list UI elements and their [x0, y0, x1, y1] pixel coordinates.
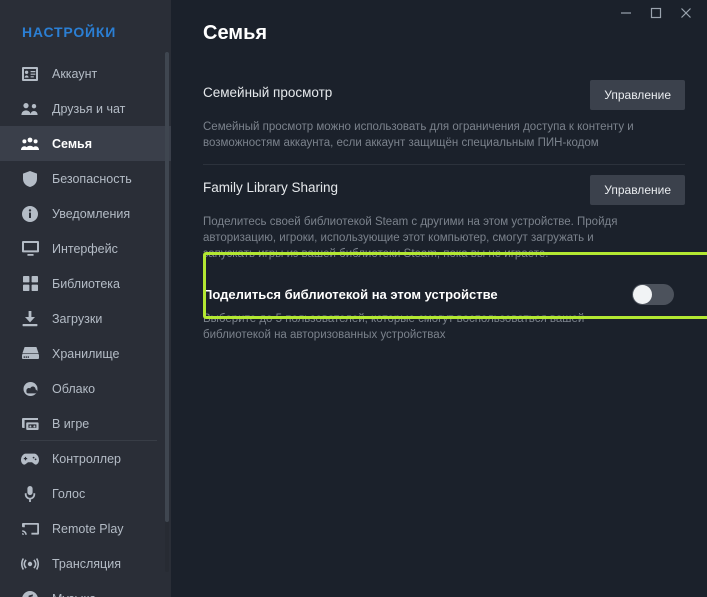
remote-play-icon — [20, 520, 40, 538]
drive-icon — [20, 345, 40, 363]
cloud-icon — [20, 380, 40, 398]
sidebar-item-label: Безопасность — [52, 171, 132, 186]
page-title: Семья — [203, 22, 268, 44]
sidebar-item-label: Контроллер — [52, 451, 121, 466]
sidebar-item-label: Голос — [52, 486, 86, 501]
sidebar-item-6[interactable]: Библиотека — [0, 266, 171, 301]
manage-family-view-button[interactable]: Управление — [590, 80, 685, 110]
sidebar-item-label: Уведомления — [52, 206, 131, 221]
sidebar-item-9[interactable]: Облако — [0, 371, 171, 406]
sidebar-item-1[interactable]: Друзья и чат — [0, 91, 171, 126]
bell-info-icon — [20, 205, 40, 223]
sidebar-item-label: Семья — [52, 136, 93, 151]
sidebar-item-15[interactable]: Музыка — [0, 581, 171, 597]
sidebar-item-7[interactable]: Загрузки — [0, 301, 171, 336]
sidebar-item-11[interactable]: Контроллер — [0, 441, 171, 476]
minimize-button[interactable] — [611, 1, 641, 25]
sidebar-item-label: Трансляция — [52, 556, 121, 571]
library-share-text-block: Поделиться библиотекой на этом устройств… — [203, 284, 632, 343]
sidebar-item-label: Интерфейс — [52, 241, 118, 256]
family-icon — [20, 135, 40, 153]
minimize-icon — [621, 12, 631, 14]
in-game-icon — [20, 415, 40, 433]
account-card-icon — [20, 65, 40, 83]
sidebar-item-10[interactable]: В игре — [0, 406, 171, 441]
shield-icon — [20, 170, 40, 188]
sidebar-item-2[interactable]: Семья — [0, 126, 171, 161]
sidebar-item-3[interactable]: Безопасность — [0, 161, 171, 196]
section-description: Семейный просмотр можно использовать для… — [203, 121, 634, 149]
sidebar-item-13[interactable]: Remote Play — [0, 511, 171, 546]
section-family-view: Семейный просмотр Управление — [203, 70, 685, 110]
steam-settings-window: НАСТРОЙКИ Аккаунт Друзья и чат Семья Безопа… — [0, 0, 707, 597]
sidebar-item-0[interactable]: Аккаунт — [0, 56, 171, 91]
sidebar-item-label: Друзья и чат — [52, 101, 126, 116]
manage-library-sharing-button[interactable]: Управление — [590, 175, 685, 205]
settings-content: Семейный просмотр Управление Семейный пр… — [203, 70, 707, 597]
friends-icon — [20, 100, 40, 118]
sidebar-item-8[interactable]: Хранилище — [0, 336, 171, 371]
library-share-toggle[interactable] — [632, 284, 674, 305]
close-button[interactable] — [671, 1, 701, 25]
sidebar-item-label: Библиотека — [52, 276, 120, 291]
sidebar-item-label: В игре — [52, 416, 90, 431]
monitor-icon — [20, 240, 40, 258]
gamepad-icon — [20, 450, 40, 468]
sidebar-item-14[interactable]: Трансляция — [0, 546, 171, 581]
library-share-setting-row: Поделиться библиотекой на этом устройств… — [203, 284, 685, 343]
sidebar-nav-list: Аккаунт Друзья и чат Семья Безопасность Увед… — [0, 56, 171, 597]
sidebar-item-label: Аккаунт — [52, 66, 98, 81]
music-note-icon — [20, 590, 40, 597]
sidebar-item-label: Облако — [52, 381, 96, 396]
sidebar-item-label: Хранилище — [52, 346, 120, 361]
sidebar-item-5[interactable]: Интерфейс — [0, 231, 171, 266]
sidebar-item-label: Загрузки — [52, 311, 103, 326]
section-family-library-sharing: Family Library Sharing Управление — [203, 165, 685, 205]
sidebar-item-12[interactable]: Голос — [0, 476, 171, 511]
broadcast-icon — [20, 555, 40, 573]
library-share-description: Выберите до 5 пользователей, которые смо… — [203, 313, 585, 341]
main-content: Семья Семейный просмотр Управление Семей… — [171, 0, 707, 597]
download-icon — [20, 310, 40, 328]
maximize-button[interactable] — [641, 1, 671, 25]
section-description: Поделитесь своей библиотекой Steam с дру… — [203, 216, 618, 260]
microphone-icon — [20, 485, 40, 503]
sidebar-item-label: Музыка — [52, 592, 96, 597]
sidebar-scrollbar[interactable] — [165, 52, 169, 572]
close-icon — [681, 8, 691, 18]
sidebar-scrollbar-thumb[interactable] — [165, 52, 169, 522]
section-heading: Семейный просмотр — [203, 85, 333, 100]
settings-sidebar: НАСТРОЙКИ Аккаунт Друзья и чат Семья Безопа… — [0, 0, 171, 597]
grid-icon — [20, 275, 40, 293]
section-heading: Family Library Sharing — [203, 180, 339, 195]
sidebar-item-label: Remote Play — [52, 521, 124, 536]
sidebar-title: НАСТРОЙКИ — [22, 24, 117, 40]
library-share-title: Поделиться библиотекой на этом устройств… — [203, 287, 498, 302]
maximize-icon — [650, 7, 662, 19]
toggle-knob — [633, 285, 652, 304]
sidebar-item-4[interactable]: Уведомления — [0, 196, 171, 231]
